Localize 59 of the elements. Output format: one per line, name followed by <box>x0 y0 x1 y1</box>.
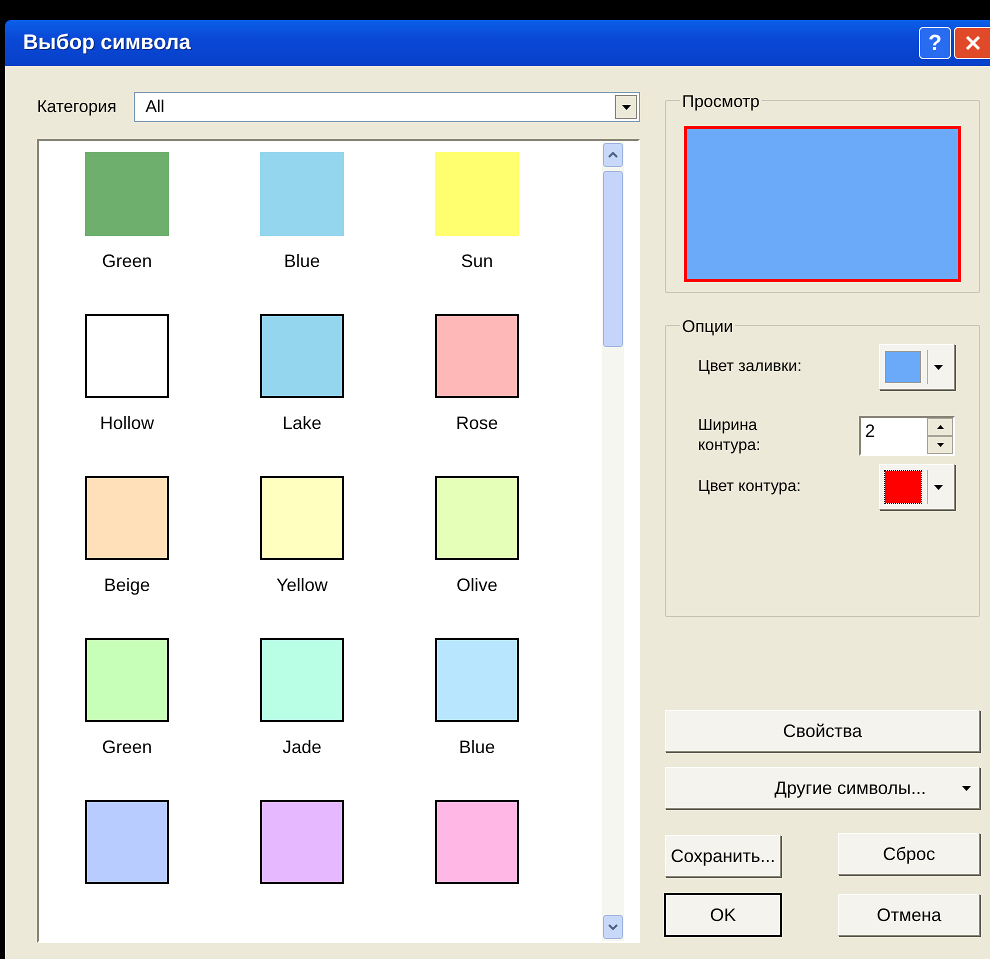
close-icon <box>964 34 982 52</box>
symbol-label: Yellow <box>276 574 328 597</box>
up-chevron-icon <box>608 152 618 158</box>
window-title: Выбор символа <box>23 30 191 56</box>
symbol-item[interactable]: Rose <box>435 314 519 436</box>
outline-width-spinner[interactable]: 2 <box>859 416 955 456</box>
caret-icon <box>934 364 943 370</box>
color-picker-button[interactable] <box>879 344 955 390</box>
symbol-label: Green <box>102 736 152 759</box>
symbol-label: Olive <box>456 574 498 597</box>
symbol-label: Blue <box>284 250 320 273</box>
cancel-button[interactable]: Отмена <box>838 894 980 936</box>
caret-icon <box>934 484 943 490</box>
symbol-label: Beige <box>104 574 150 597</box>
symbol-item[interactable]: Sun <box>435 152 519 274</box>
save-button[interactable]: Сохранить... <box>665 835 781 877</box>
scroll-down-button[interactable] <box>603 915 623 939</box>
down-triangle-icon <box>936 443 944 447</box>
outline-color-label: Цвет контура: <box>698 477 801 497</box>
symbol-label: Hollow <box>100 412 154 435</box>
symbol-swatch[interactable] <box>85 800 169 884</box>
symbol-swatch[interactable] <box>435 800 519 884</box>
close-button[interactable] <box>954 27 990 59</box>
help-button[interactable]: ? <box>919 27 951 59</box>
color-picker-button[interactable] <box>879 464 955 510</box>
properties-button[interactable]: Свойства <box>665 710 980 752</box>
outline-width-label: Ширина контура: <box>698 416 762 456</box>
fill-color-label: Цвет заливки: <box>698 357 803 377</box>
symbol-item[interactable]: Green <box>85 638 169 760</box>
increment-button[interactable] <box>927 418 953 436</box>
symbol-item[interactable]: Blue <box>260 152 344 274</box>
scroll-thumb[interactable] <box>603 171 623 347</box>
symbol-label: Sun <box>460 250 494 273</box>
symbol-swatch[interactable] <box>260 800 344 884</box>
symbol-item[interactable]: Lake <box>260 314 344 436</box>
down-chevron-icon <box>608 924 618 930</box>
symbol-item[interactable]: Blue <box>435 638 519 760</box>
reset-button[interactable]: Сброс <box>838 833 980 875</box>
symbol-item[interactable]: Olive <box>435 476 519 598</box>
ok-button[interactable]: OK <box>665 894 781 936</box>
symbol-label: Green <box>102 250 152 273</box>
caret-icon <box>962 786 971 790</box>
scroll-up-button[interactable] <box>603 143 623 167</box>
category-label: Категория <box>37 96 116 118</box>
symbol-label: Blue <box>458 736 496 759</box>
up-triangle-icon <box>936 425 944 429</box>
decrement-button[interactable] <box>927 436 953 454</box>
category-dropdown[interactable]: All <box>134 92 640 122</box>
symbol-item[interactable]: Beige <box>85 476 169 598</box>
symbol-item[interactable]: Jade <box>260 638 344 760</box>
symbol-label: Jade <box>282 736 322 759</box>
symbol-label: Rose <box>456 412 498 435</box>
symbol-item[interactable]: Hollow <box>85 314 169 436</box>
symbol-item[interactable]: Green <box>85 152 169 274</box>
dropdown-arrow-icon <box>622 104 630 110</box>
scrollbar[interactable] <box>602 141 624 941</box>
symbol-item[interactable]: Yellow <box>260 476 344 598</box>
more-symbols-button[interactable]: Другие символы... <box>665 767 980 809</box>
symbol-label: Lake <box>282 412 322 435</box>
